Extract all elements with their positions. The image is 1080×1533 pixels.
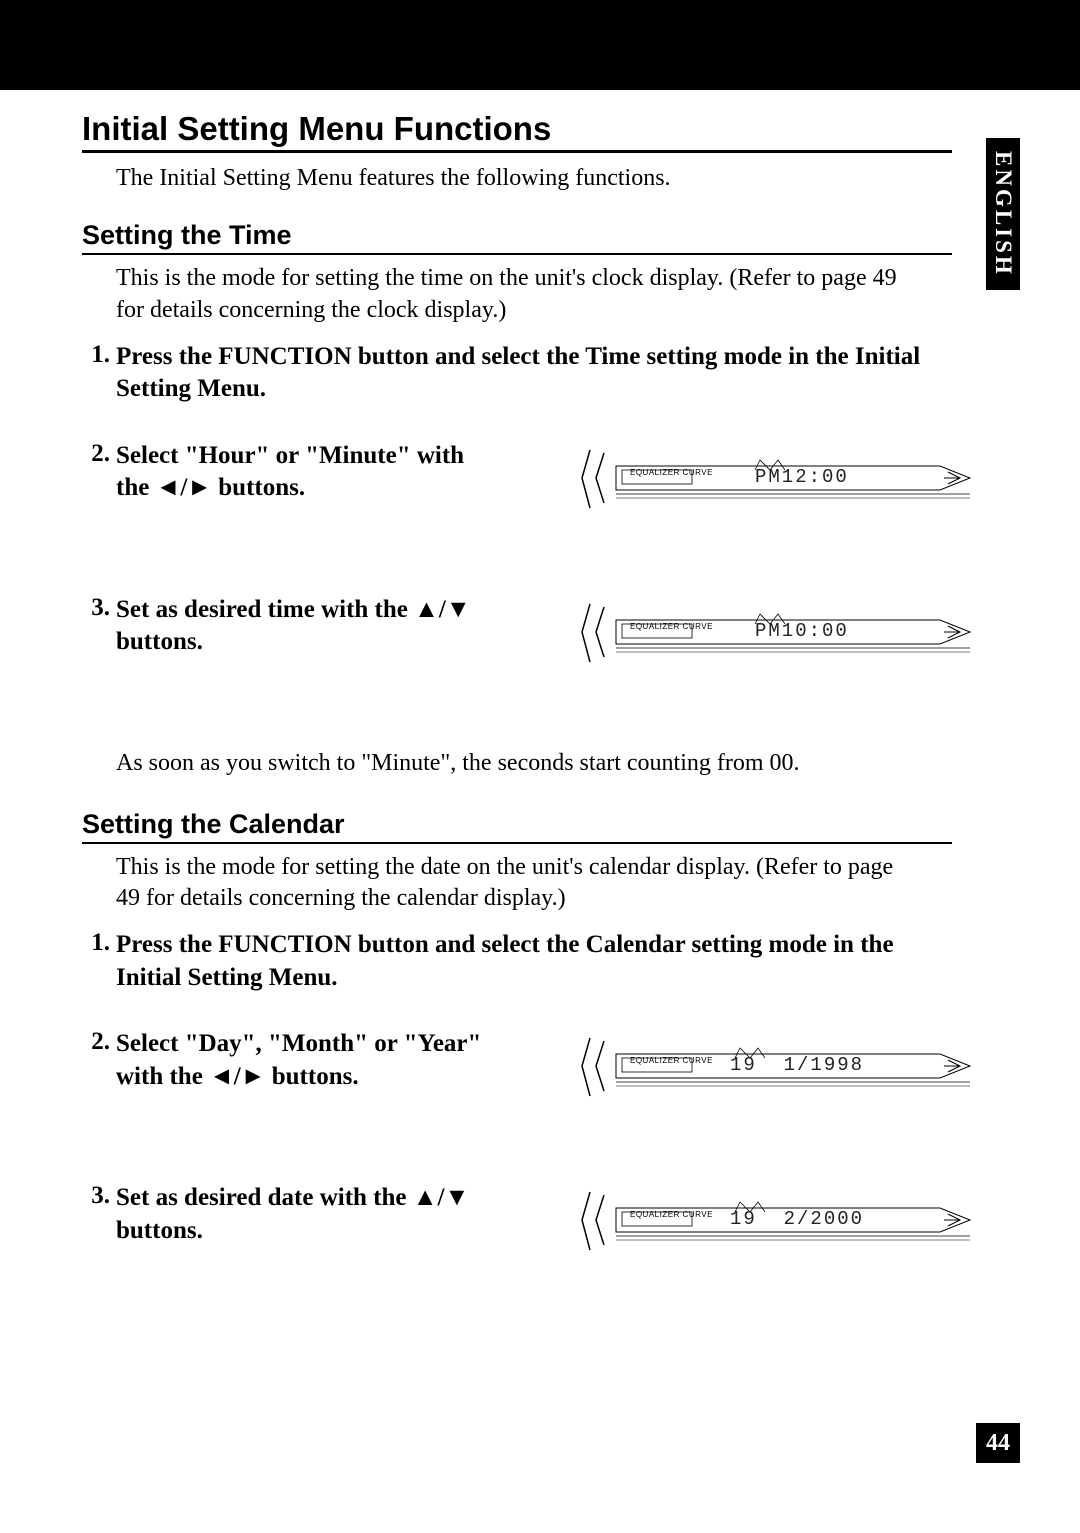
- step-text-post: buttons.: [266, 1063, 359, 1090]
- step-number: 3.: [82, 1182, 116, 1210]
- equalizer-label: EQUALIZER CURVE: [630, 1056, 713, 1065]
- lcd-illustration: EQUALIZER CURVE PM10:00: [560, 602, 990, 674]
- step-text: Press the FUNCTION button and select the…: [116, 929, 936, 994]
- up-down-arrows-icon: ▲/▼: [413, 1184, 469, 1211]
- lcd-text: PM10:00: [755, 620, 849, 642]
- up-down-arrows-icon: ▲/▼: [414, 596, 470, 623]
- lcd-text: 19 2/2000: [730, 1208, 864, 1230]
- equalizer-label: EQUALIZER CURVE: [630, 1210, 713, 1219]
- step-text: Set as desired date with the ▲/▼ buttons…: [116, 1182, 486, 1247]
- step-number: 2.: [82, 440, 116, 468]
- step-number: 1.: [82, 929, 116, 957]
- step-text: Set as desired time with the ▲/▼ buttons…: [116, 594, 486, 659]
- step-text: Press the FUNCTION button and select the…: [116, 341, 936, 406]
- section-heading: Initial Setting Menu Functions: [82, 110, 952, 153]
- step-text: Select "Hour" or "Minute" with the ◄/► b…: [116, 440, 486, 505]
- lcd-illustration: EQUALIZER CURVE 19 2/2000: [560, 1190, 990, 1262]
- time-step-3: 3. Set as desired time with the ▲/▼ butt…: [82, 594, 990, 714]
- time-step-2: 2. Select "Hour" or "Minute" with the ◄/…: [82, 440, 990, 560]
- subsection-heading-time: Setting the Time: [82, 220, 952, 255]
- step-text: Select "Day", "Month" or "Year" with the…: [116, 1028, 486, 1093]
- left-right-arrows-icon: ◄/►: [209, 1063, 265, 1090]
- equalizer-label: EQUALIZER CURVE: [630, 468, 713, 477]
- calendar-step-2: 2. Select "Day", "Month" or "Year" with …: [82, 1028, 990, 1148]
- calendar-step-3: 3. Set as desired date with the ▲/▼ butt…: [82, 1182, 990, 1302]
- lcd-illustration: EQUALIZER CURVE 19 1/1998: [560, 1036, 990, 1108]
- section-intro: The Initial Setting Menu features the fo…: [116, 163, 916, 194]
- step-number: 1.: [82, 341, 116, 369]
- step-text-pre: Set as desired date with the: [116, 1184, 413, 1211]
- left-right-arrows-icon: ◄/►: [156, 474, 212, 501]
- time-step-1: 1. Press the FUNCTION button and select …: [82, 341, 990, 406]
- lcd-illustration: EQUALIZER CURVE PM12:00: [560, 448, 990, 520]
- equalizer-label: EQUALIZER CURVE: [630, 622, 713, 631]
- step-number: 2.: [82, 1028, 116, 1056]
- step-text-pre: Set as desired time with the: [116, 596, 414, 623]
- page-number: 44: [976, 1423, 1020, 1463]
- step-text-post: buttons.: [212, 474, 305, 501]
- step-number: 3.: [82, 594, 116, 622]
- calendar-step-1: 1. Press the FUNCTION button and select …: [82, 929, 990, 994]
- step-text-post: buttons.: [116, 1217, 203, 1244]
- step-text-post: buttons.: [116, 628, 203, 655]
- header-black-bar: [0, 0, 1080, 90]
- calendar-body: This is the mode for setting the date on…: [116, 852, 921, 915]
- lcd-text: 19 1/1998: [730, 1054, 864, 1076]
- language-tab: ENGLISH: [986, 138, 1020, 290]
- time-body: This is the mode for setting the time on…: [116, 263, 921, 326]
- lcd-text: PM12:00: [755, 466, 849, 488]
- time-note: As soon as you switch to "Minute", the s…: [116, 748, 921, 779]
- page-content: Initial Setting Menu Functions The Initi…: [0, 90, 1080, 1302]
- subsection-heading-calendar: Setting the Calendar: [82, 809, 952, 844]
